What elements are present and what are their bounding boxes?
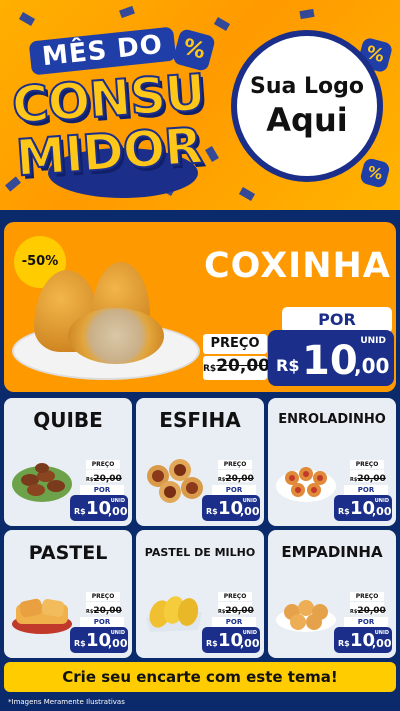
unit-label: UNID: [242, 498, 257, 504]
old-price-label: PREÇO: [350, 460, 384, 469]
price-currency: R$: [74, 639, 86, 648]
new-price: R$ 10 ,00 UNID: [334, 627, 392, 653]
header-banner: % % % MÊS DO CONSU MIDOR Sua Logo Aqui: [0, 0, 400, 210]
confetti-piece: [18, 12, 36, 26]
old-price-value: 20,00: [93, 474, 122, 484]
product-card-esfiha: ESFIHA PREÇO R$20,00 POR R$ 10 ,00 UNID: [136, 398, 264, 526]
old-price-label: PREÇO: [86, 460, 120, 469]
featured-product: -50% COXINHA PREÇO R$20,00 POR R$ 10 ,00…: [4, 222, 396, 392]
price-currency: R$: [206, 507, 218, 516]
price-currency: R$: [74, 507, 86, 516]
empadinha-image: [276, 600, 336, 632]
old-price-value: 20,00: [357, 606, 386, 616]
product-card-empadinha: EMPADINHA PREÇO R$20,00 POR R$ 10 ,00 UN…: [268, 530, 396, 658]
enroladinho-image: [276, 467, 336, 502]
product-name: QUIBE: [33, 408, 103, 432]
new-price: R$ 10 ,00 UNID: [268, 330, 394, 386]
old-price-label: PREÇO: [350, 592, 384, 601]
price-decimal: ,00: [240, 637, 260, 650]
logo-text-line-2: Aqui: [266, 100, 348, 139]
percent-icon: %: [359, 157, 391, 189]
product-card-pastel-de-milho: PASTEL DE MILHO PREÇO R$20,00 POR R$ 10 …: [136, 530, 264, 658]
new-price: R$ 10 ,00 UNID: [70, 627, 128, 653]
old-price: R$20,00: [218, 602, 254, 616]
product-name: PASTEL DE MILHO: [144, 546, 256, 559]
old-price-value: 20,00: [357, 474, 386, 484]
price-currency: R$: [338, 507, 350, 516]
product-name: ESFIHA: [159, 408, 241, 432]
quibe-image: [12, 463, 72, 502]
price-decimal: ,00: [372, 637, 392, 650]
old-price: R$20,00: [218, 470, 254, 484]
new-price: R$ 10 ,00 UNID: [202, 495, 260, 521]
old-price-currency: R$: [203, 364, 217, 374]
pastel-image: [12, 598, 72, 634]
disclaimer-text: *Imagens Meramente Ilustrativas: [8, 698, 125, 706]
new-price: R$ 10 ,00 UNID: [70, 495, 128, 521]
old-price-value: 20,00: [225, 474, 254, 484]
old-price-value: 20,00: [225, 606, 254, 616]
price-integer: 10: [302, 338, 358, 384]
product-name: PASTEL: [28, 542, 108, 564]
product-name: ENROLADINHO: [278, 412, 386, 427]
campaign-title: MÊS DO CONSU MIDOR: [8, 26, 218, 198]
logo-text-line-1: Sua Logo: [249, 73, 364, 99]
unit-label: UNID: [360, 336, 386, 346]
price-decimal: ,00: [354, 354, 390, 378]
old-price-value: 20,00: [93, 606, 122, 616]
unit-label: UNID: [110, 630, 125, 636]
old-price: R$20,00: [86, 602, 122, 616]
price-decimal: ,00: [240, 505, 260, 518]
cta-banner[interactable]: Crie seu encarte com este tema!: [4, 662, 396, 692]
esfiha-image: [147, 459, 203, 503]
confetti-piece: [119, 5, 135, 19]
product-card-enroladinho: ENROLADINHO PREÇO R$20,00 POR R$ 10 ,00 …: [268, 398, 396, 526]
product-card-quibe: QUIBE PREÇO R$20,00 POR R$ 10 ,00 UNID: [4, 398, 132, 526]
new-price: R$ 10 ,00 UNID: [334, 495, 392, 521]
old-price-label: PREÇO: [203, 334, 267, 354]
price-currency: R$: [338, 639, 350, 648]
old-price-label: PREÇO: [218, 460, 252, 469]
unit-label: UNID: [374, 498, 389, 504]
confetti-piece: [238, 187, 256, 201]
old-price: R$20,00: [203, 356, 270, 380]
product-card-pastel: PASTEL PREÇO R$20,00 POR R$ 10 ,00 UNID: [4, 530, 132, 658]
old-price: R$20,00: [86, 470, 122, 484]
old-price: R$20,00: [350, 602, 386, 616]
unit-label: UNID: [242, 630, 257, 636]
logo-placeholder: Sua Logo Aqui: [231, 30, 383, 182]
pastel-de-milho-image: [146, 596, 202, 632]
unit-label: UNID: [374, 630, 389, 636]
product-name: EMPADINHA: [281, 543, 383, 561]
price-currency: R$: [206, 639, 218, 648]
old-price-label: PREÇO: [86, 592, 120, 601]
old-price: R$20,00: [350, 470, 386, 484]
featured-product-name: COXINHA: [204, 246, 391, 286]
old-price-value: 20,00: [216, 356, 270, 376]
price-decimal: ,00: [372, 505, 392, 518]
coxinha-half-image: [68, 308, 164, 364]
price-currency: R$: [276, 356, 300, 375]
confetti-piece: [299, 8, 315, 20]
new-price: R$ 10 ,00 UNID: [202, 627, 260, 653]
price-decimal: ,00: [108, 505, 128, 518]
price-decimal: ,00: [108, 637, 128, 650]
old-price-label: PREÇO: [218, 592, 252, 601]
unit-label: UNID: [110, 498, 125, 504]
